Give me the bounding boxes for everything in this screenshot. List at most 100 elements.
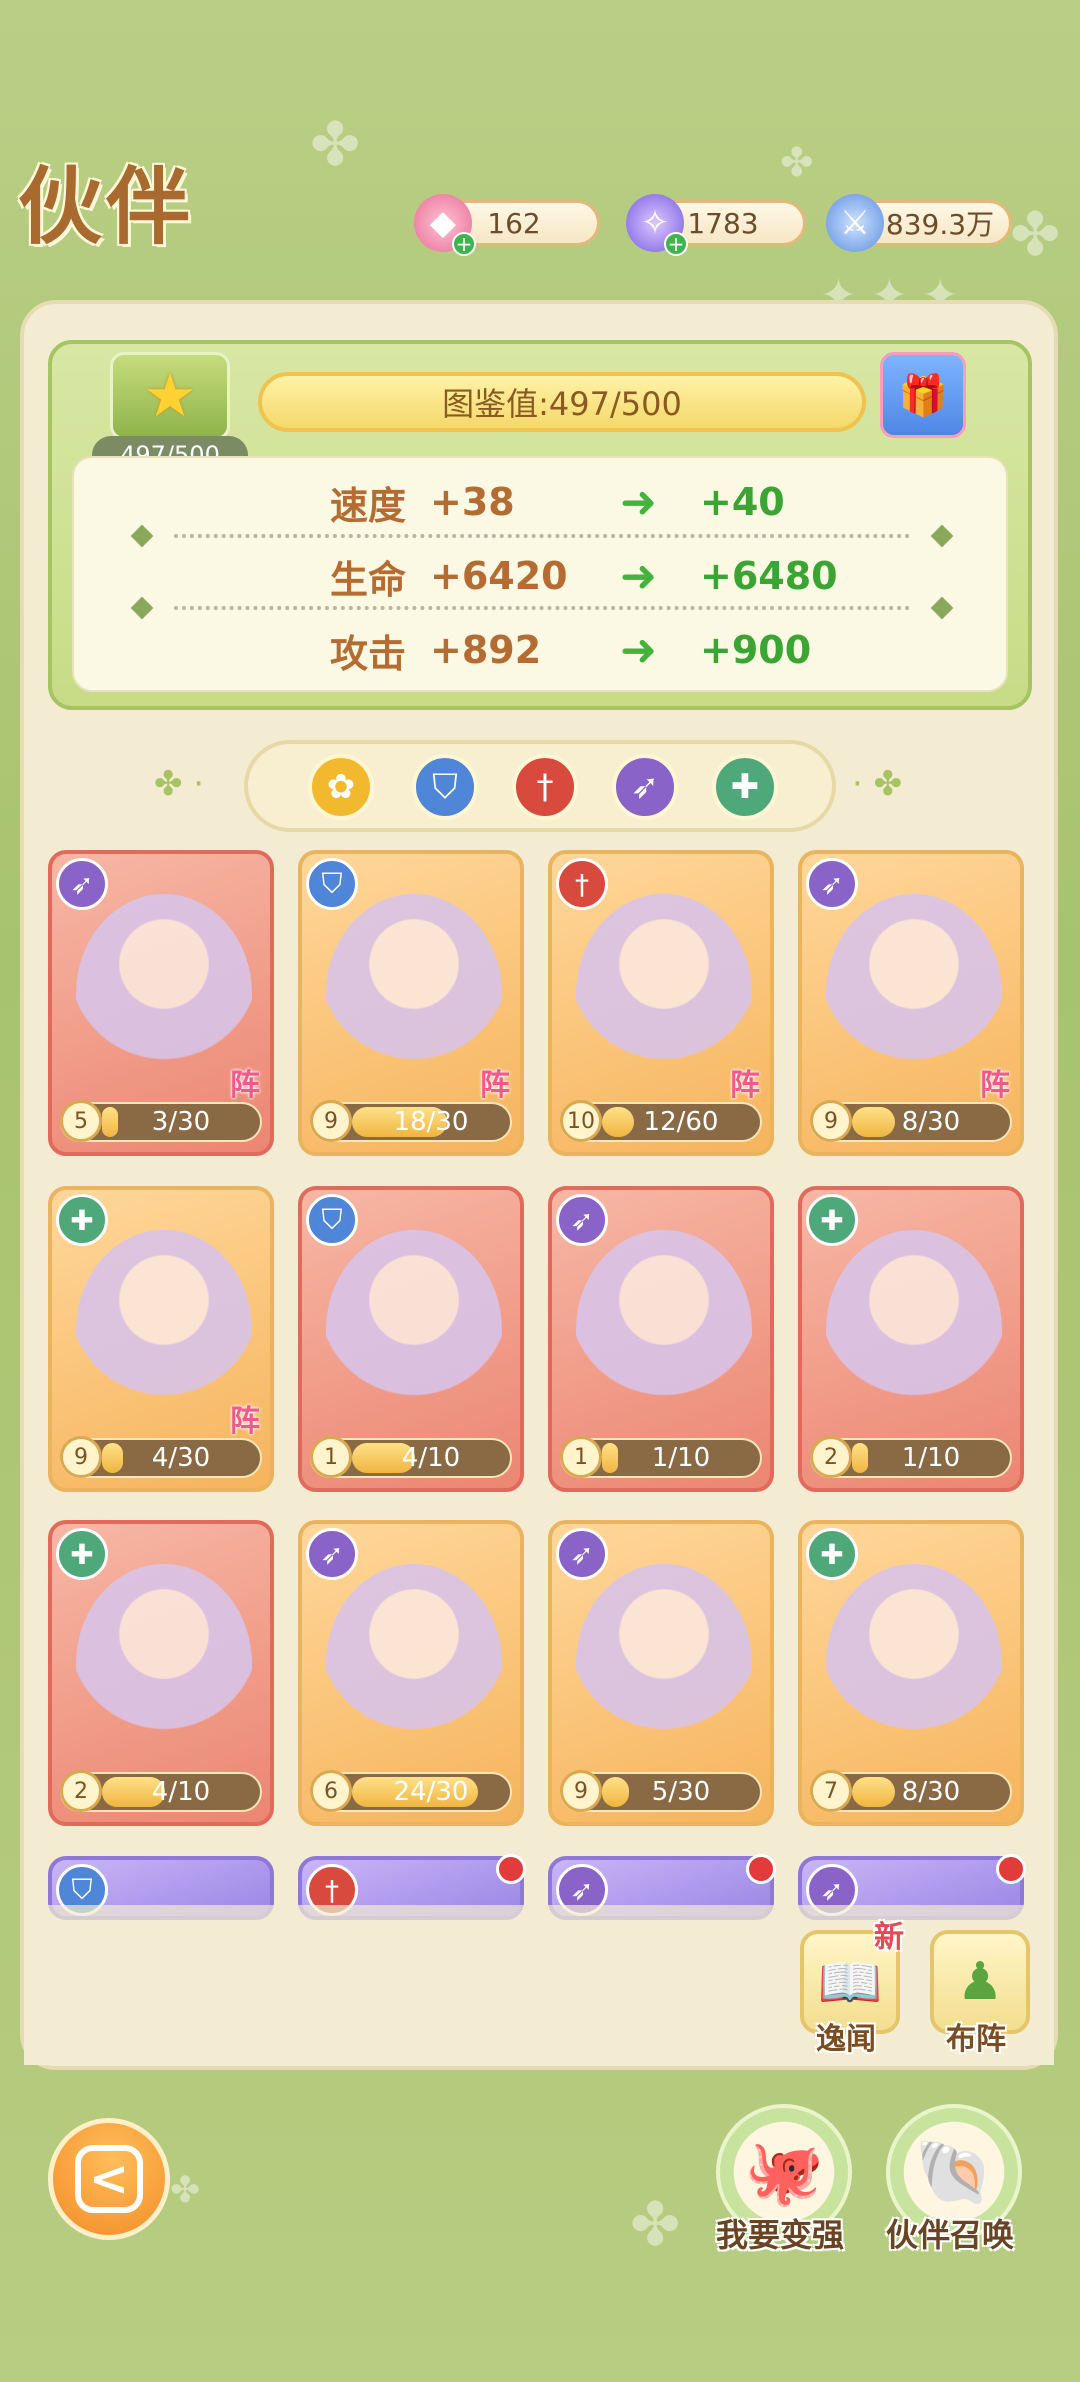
partner-level: 7 (810, 1770, 852, 1812)
partner-level: 6 (310, 1770, 352, 1812)
partner-level: 1 (310, 1436, 352, 1478)
heal-icon: ✚ (56, 1194, 108, 1246)
formation-label: 布阵 (946, 2022, 1006, 2057)
shield-icon: ⛉ (306, 1194, 358, 1246)
filter-sword-icon[interactable]: † (512, 754, 578, 820)
add-gem-icon[interactable]: + (452, 232, 476, 256)
stat-row-speed: 速度 +38 ➜ +40 (74, 472, 1006, 532)
shield-icon: ⛉ (306, 858, 358, 910)
partner-portrait (576, 894, 752, 1094)
new-badge: 新 (874, 1920, 904, 1955)
stat-name: 攻击 (330, 631, 407, 676)
partner-level: 2 (60, 1770, 102, 1812)
partner-card[interactable]: ⛉ 阵 9 18/30 (298, 850, 524, 1156)
fragment-bar: 5 3/30 (60, 1100, 262, 1142)
fragment-count: 5/30 (651, 1777, 711, 1807)
partner-level: 9 (310, 1100, 352, 1142)
fragment-count: 3/30 (151, 1107, 211, 1137)
bow-icon: ➶ (556, 1528, 608, 1580)
partner-portrait (326, 1564, 502, 1764)
partner-level: 9 (60, 1436, 102, 1478)
notification-dot (746, 1854, 776, 1884)
partner-portrait (576, 1230, 752, 1430)
stat-current: +6420 (430, 554, 568, 598)
arrow-right-icon: ➜ (620, 550, 657, 602)
notification-dot (996, 1854, 1026, 1884)
fragment-bar: 2 1/10 (810, 1436, 1012, 1478)
filter-all-flower-icon[interactable]: ✿ (308, 754, 374, 820)
partner-portrait (326, 894, 502, 1094)
partner-card[interactable]: ✚ 2 1/10 (798, 1186, 1024, 1492)
partner-portrait (576, 1564, 752, 1764)
chess-pawn-icon: ♟ (956, 1952, 1004, 2012)
clover-deco: ✤ (310, 110, 361, 180)
bow-icon: ➶ (306, 1528, 358, 1580)
partner-card[interactable]: † 阵 10 12/60 (548, 850, 774, 1156)
formation-tag: 阵 (980, 1068, 1010, 1103)
notification-dot (496, 1854, 526, 1884)
fragment-bar: 9 18/30 (310, 1100, 512, 1142)
gem-icon: ◆ + (414, 194, 476, 256)
stat-row-attack: 攻击 +892 ➜ +900 (74, 620, 1006, 680)
heal-icon: ✚ (806, 1528, 858, 1580)
stat-next: +900 (700, 628, 812, 672)
divider (174, 534, 910, 538)
crystal-value: 1783 (687, 206, 759, 240)
partner-card[interactable]: ➶ 阵 5 3/30 (48, 850, 274, 1156)
clover-deco: ✤ (780, 140, 814, 186)
stat-bonus-list: 速度 +38 ➜ +40 生命 +6420 ➜ +6480 攻击 +892 ➜ … (72, 456, 1008, 692)
power-value: 839.3万 (885, 208, 995, 241)
partner-level: 10 (560, 1100, 602, 1142)
partner-card[interactable]: ⛉ 1 4/10 (298, 1186, 524, 1492)
partner-card[interactable]: ✚ 阵 9 4/30 (48, 1186, 274, 1492)
become-stronger-label: 我要变强 (716, 2216, 845, 2254)
fragment-bar: 9 8/30 (810, 1100, 1012, 1142)
formation-tag: 阵 (230, 1068, 260, 1103)
partner-card[interactable]: ✚ 2 4/10 (48, 1520, 274, 1826)
conch-icon: 🐚 (914, 2135, 994, 2210)
partner-portrait (326, 1230, 502, 1430)
formation-tag: 阵 (730, 1068, 760, 1103)
partner-portrait (826, 894, 1002, 1094)
arrow-right-icon: ➜ (620, 476, 657, 528)
bow-icon: ➶ (56, 858, 108, 910)
filter-bow-icon[interactable]: ➶ (612, 754, 678, 820)
fragment-count: 8/30 (901, 1107, 961, 1137)
dex-value-bar: 图鉴值:497/500 (258, 372, 866, 432)
partner-level: 5 (60, 1100, 102, 1142)
fragment-bar: 1 4/10 (310, 1436, 512, 1478)
partner-portrait (76, 894, 252, 1094)
fragment-bar: 6 24/30 (310, 1770, 512, 1812)
partner-level: 1 (560, 1436, 602, 1478)
bow-icon: ➶ (556, 1194, 608, 1246)
fragment-count: 4/10 (151, 1777, 211, 1807)
stat-row-hp: 生命 +6420 ➜ +6480 (74, 546, 1006, 606)
partner-portrait (76, 1564, 252, 1764)
filter-heal-icon[interactable]: ✚ (712, 754, 778, 820)
clover-deco: ✤ (1010, 200, 1061, 270)
partner-card[interactable]: ➶ 6 24/30 (298, 1520, 524, 1826)
formation-tag: 阵 (480, 1068, 510, 1103)
partner-card[interactable]: ➶ 阵 9 8/30 (798, 850, 1024, 1156)
page-title-text: 伙伴 (18, 157, 195, 256)
heal-icon: ✚ (806, 1194, 858, 1246)
partner-card[interactable]: ➶ 1 1/10 (548, 1186, 774, 1492)
sword-icon: † (556, 858, 608, 910)
fragment-bar: 9 5/30 (560, 1770, 762, 1812)
partner-portrait (826, 1564, 1002, 1764)
star-icon[interactable]: ★ (110, 352, 230, 440)
add-crystal-icon[interactable]: + (664, 232, 688, 256)
fragment-bar: 1 1/10 (560, 1436, 762, 1478)
filter-shield-icon[interactable]: ⛉ (412, 754, 478, 820)
crystal-icon: ✧ + (626, 194, 688, 256)
fragment-count: 1/10 (901, 1443, 961, 1473)
stat-current: +38 (430, 480, 515, 524)
partner-level: 9 (810, 1100, 852, 1142)
partner-card[interactable]: ➶ 9 5/30 (548, 1520, 774, 1826)
class-filter-bar: ✿ ⛉ † ➶ ✚ (244, 740, 836, 832)
fragment-bar: 2 4/10 (60, 1770, 262, 1812)
gift-box-icon[interactable]: 🎁 (880, 352, 966, 438)
partner-card[interactable]: ✚ 7 8/30 (798, 1520, 1024, 1826)
fragment-count: 18/30 (393, 1107, 469, 1137)
fragment-count: 8/30 (901, 1777, 961, 1807)
